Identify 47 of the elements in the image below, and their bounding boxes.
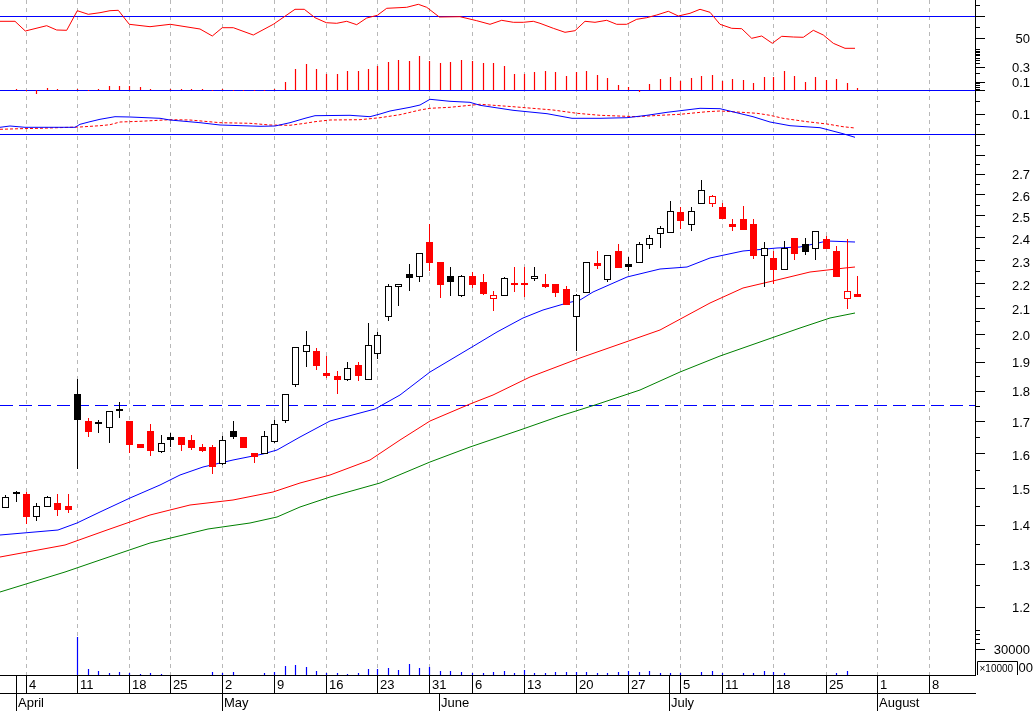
date-label: 6 — [475, 677, 483, 692]
date-label: 2 — [225, 677, 233, 692]
date-label: 25 — [829, 677, 844, 692]
month-label: July — [671, 695, 695, 710]
date-label: 18 — [776, 677, 791, 692]
month-label: August — [879, 695, 920, 710]
date-label: 4 — [29, 677, 37, 692]
axis-label: 2.6 — [1011, 188, 1030, 204]
axis-label: 0.1 — [1011, 106, 1030, 122]
axis-label: 1.8 — [1011, 383, 1030, 399]
date-label: 8 — [932, 677, 940, 692]
axis-label: 1.6 — [1011, 447, 1030, 463]
axis-label: 2.7 — [1011, 166, 1030, 182]
axis-label: 2.2 — [1011, 277, 1030, 293]
axis-label: 2.0 — [1011, 327, 1030, 343]
axis-label: 1.3 — [1011, 557, 1030, 573]
date-label: 31 — [432, 677, 447, 692]
axis-label: 1.7 — [1011, 414, 1030, 430]
axis-label: 1.2 — [1011, 599, 1030, 615]
date-label: 27 — [631, 677, 646, 692]
unit-label: ×10000 — [977, 661, 1018, 676]
axis-label: 0.1 — [1011, 74, 1030, 90]
axis-label: 00 — [1018, 660, 1033, 675]
date-label: 23 — [380, 677, 395, 692]
date-label: 11 — [725, 677, 739, 692]
axis-label: 1.4 — [1011, 517, 1030, 533]
axis-label: 2.1 — [1011, 301, 1030, 317]
axis-label: 2.5 — [1011, 209, 1030, 225]
month-label: April — [18, 695, 44, 710]
month-label: June — [441, 695, 470, 710]
date-label: 9 — [277, 677, 285, 692]
date-label: 13 — [527, 677, 542, 692]
date-label: 18 — [132, 677, 147, 692]
axis-label: 50 — [1015, 30, 1030, 46]
axis-label: 2.3 — [1011, 254, 1030, 270]
date-label: 11 — [80, 677, 94, 692]
axis-label: 1.5 — [1011, 481, 1030, 497]
date-label: 5 — [683, 677, 691, 692]
axis-label: 2.4 — [1011, 231, 1030, 247]
month-label: May — [224, 695, 249, 710]
axis-label: 30000 — [993, 641, 1030, 657]
date-label: 25 — [173, 677, 188, 692]
axis-label: 1.9 — [1011, 354, 1030, 370]
axis-label: 0.3 — [1011, 59, 1030, 75]
date-label: 1 — [880, 677, 888, 692]
date-label: 20 — [579, 677, 594, 692]
date-label: 16 — [329, 677, 344, 692]
